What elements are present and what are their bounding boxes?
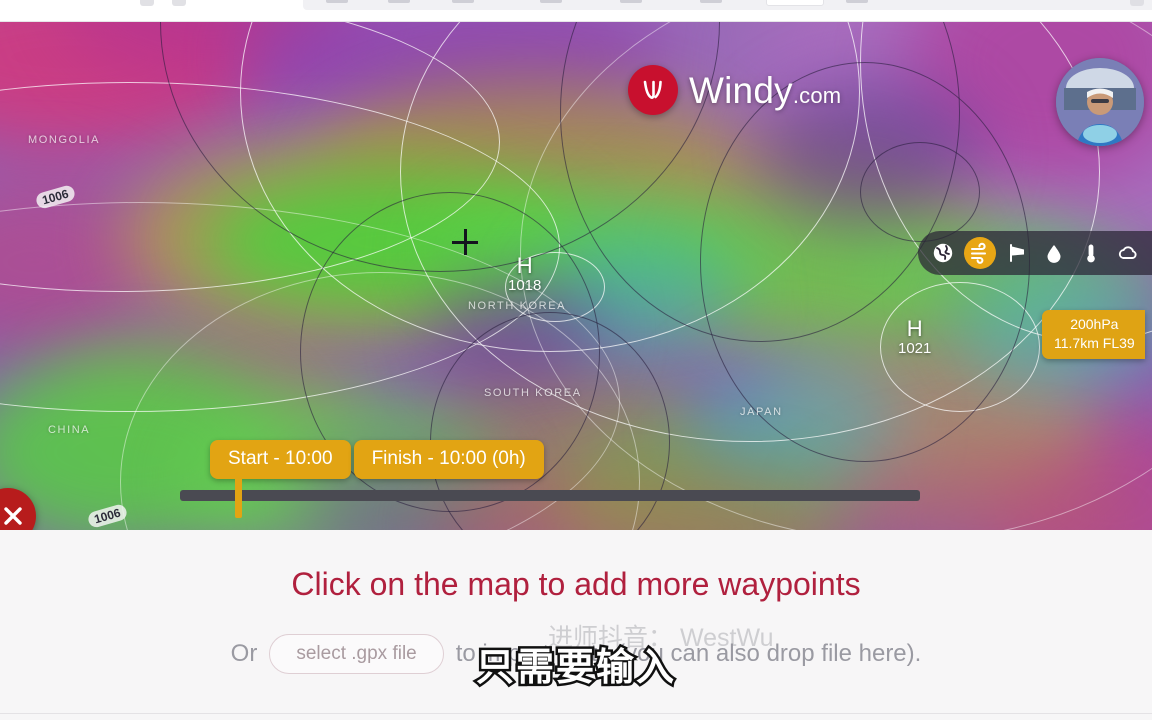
toolbar-icon[interactable] xyxy=(388,0,410,3)
video-subtitle: 只需要输入 xyxy=(473,645,676,692)
waypoint-panel: Click on the map to add more waypoints O… xyxy=(0,530,1152,720)
windy-logo: Windy.com xyxy=(628,65,841,115)
altitude-height: 11.7km FL39 xyxy=(1054,334,1135,351)
altitude-chip[interactable]: 200hPa 11.7km FL39 xyxy=(1042,310,1145,359)
weather-map[interactable]: MONGOLIA CHINA NORTH KOREA SOUTH KOREA J… xyxy=(0,22,1152,530)
cloud-icon[interactable] xyxy=(1112,237,1144,269)
toolbar-icon[interactable] xyxy=(452,0,474,3)
windy-tld: .com xyxy=(792,82,842,108)
browser-toolbar[interactable] xyxy=(0,0,1152,22)
toolbar-icon[interactable] xyxy=(846,0,868,3)
screen: MONGOLIA CHINA NORTH KOREA SOUTH KOREA J… xyxy=(0,0,1152,720)
toolbar-icon[interactable] xyxy=(540,0,562,3)
timeline-handle[interactable] xyxy=(235,472,242,518)
pressure-high-value: 1018 xyxy=(508,277,542,294)
omnibox[interactable] xyxy=(303,0,1152,10)
windy-badge-icon xyxy=(628,65,678,115)
toolbar-icon[interactable] xyxy=(620,0,642,3)
rain-drop-icon[interactable] xyxy=(1038,237,1070,269)
pressure-high-marker: H 1018 xyxy=(508,255,541,296)
map-label-japan: JAPAN xyxy=(740,406,783,418)
panel-heading: Click on the map to add more waypoints xyxy=(291,566,861,602)
toolbar-button[interactable] xyxy=(766,0,824,6)
map-label-north-korea: NORTH KOREA xyxy=(468,300,567,312)
toolbar-icon[interactable] xyxy=(326,0,348,3)
toolbar-icon[interactable] xyxy=(1130,0,1144,6)
timeline-slider[interactable] xyxy=(180,472,920,518)
route-time-pills: Start - 10:00 Finish - 10:00 (0h) xyxy=(210,440,544,479)
coastline xyxy=(860,142,980,242)
toolbar-icon[interactable] xyxy=(700,0,722,3)
pressure-high-value: 1021 xyxy=(898,340,932,357)
windsock-icon[interactable] xyxy=(1001,237,1033,269)
crosshair-icon xyxy=(452,229,478,255)
altitude-pressure: 200hPa xyxy=(1070,316,1119,332)
pressure-high-letter: H xyxy=(906,316,923,341)
map-label-south-korea: SOUTH KOREA xyxy=(484,387,582,399)
pressure-high-marker: H 1021 xyxy=(898,318,931,359)
thermometer-icon[interactable] xyxy=(1075,237,1107,269)
toolbar-icon[interactable] xyxy=(140,0,154,6)
map-label-mongolia: MONGOLIA xyxy=(28,134,101,146)
map-label-china: CHINA xyxy=(48,424,91,436)
pressure-high-letter: H xyxy=(516,253,533,278)
toolbar-icon[interactable] xyxy=(172,0,186,6)
panel-divider xyxy=(0,713,1152,714)
route-start-button[interactable]: Start - 10:00 xyxy=(210,440,351,479)
windy-name: Windy xyxy=(689,69,793,111)
windy-wordmark: Windy.com xyxy=(689,72,841,109)
wind-icon[interactable] xyxy=(964,237,996,269)
avatar[interactable] xyxy=(1056,58,1144,146)
route-finish-button[interactable]: Finish - 10:00 (0h) xyxy=(353,440,544,479)
globe-radar-icon[interactable] xyxy=(927,237,959,269)
layer-toolbar[interactable] xyxy=(918,231,1152,275)
